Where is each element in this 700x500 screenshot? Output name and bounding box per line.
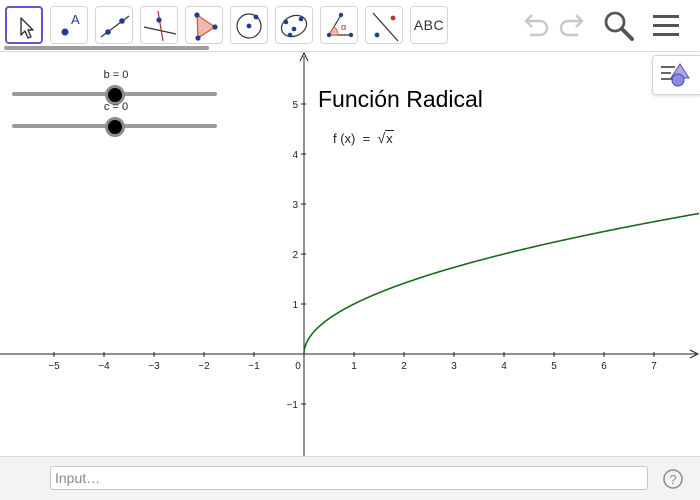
y-tick-label: −1 xyxy=(287,400,299,411)
slider-b-label: b = 0 xyxy=(103,69,129,81)
y-tick-label: 3 xyxy=(292,200,298,211)
undo-icon[interactable] xyxy=(518,8,552,42)
toolbar-scroll-indicator xyxy=(4,46,384,50)
formula-lhs: f (x) xyxy=(333,131,356,146)
perpendicular-tool-button[interactable] xyxy=(140,6,178,44)
graph-title: Función Radical xyxy=(318,86,483,112)
x-tick-label: 7 xyxy=(651,361,657,372)
menu-icon[interactable] xyxy=(648,8,684,44)
x-tick-label: −2 xyxy=(198,361,210,372)
toolbar-scroll-fill xyxy=(4,46,210,50)
graphics-style-icon xyxy=(661,63,690,87)
x-tick-label: 6 xyxy=(601,361,607,372)
line-tool-button[interactable] xyxy=(95,6,133,44)
y-tick-label: 2 xyxy=(292,250,298,261)
polygon-tool-button[interactable] xyxy=(185,6,223,44)
search-icon[interactable] xyxy=(601,8,637,44)
text-tool-label: ABC xyxy=(413,17,445,33)
point-icon: A xyxy=(61,12,80,36)
style-bar-toggle[interactable] xyxy=(652,55,700,95)
formula-equals: = xyxy=(362,131,371,146)
help-icon[interactable]: ? xyxy=(662,468,684,490)
slider-c-knob[interactable] xyxy=(104,117,125,137)
line-through-points-icon xyxy=(100,15,130,38)
reflect-tool-button[interactable] xyxy=(365,6,403,44)
text-tool-button[interactable]: ABC xyxy=(410,6,448,44)
y-tick-label: 1 xyxy=(292,300,298,311)
polygon-icon xyxy=(194,12,218,41)
angle-tool-button[interactable]: α xyxy=(320,6,358,44)
redo-icon[interactable] xyxy=(556,8,590,42)
x-tick-label: 1 xyxy=(351,361,357,372)
x-tick-label: 3 xyxy=(451,361,457,372)
algebra-input-field[interactable] xyxy=(50,466,648,490)
circle-tool-button[interactable] xyxy=(230,6,268,44)
x-tick-label: −5 xyxy=(48,361,60,372)
angle-icon: α xyxy=(326,12,354,38)
sqrt-icon: √ xyxy=(377,130,386,146)
x-tick-label: 2 xyxy=(401,361,407,372)
angle-tool-label: α xyxy=(341,22,346,32)
x-tick-label: −4 xyxy=(98,361,110,372)
formula-radicand: x xyxy=(385,130,394,146)
y-tick-label: 4 xyxy=(292,150,298,161)
x-tick-label: 4 xyxy=(501,361,507,372)
move-tool-button[interactable] xyxy=(5,6,43,44)
point-tool-button[interactable]: A xyxy=(50,6,88,44)
function-curve xyxy=(303,212,700,354)
y-tick-label: 5 xyxy=(292,100,298,111)
perpendicular-line-icon xyxy=(143,10,177,42)
x-tick-label: −1 xyxy=(248,361,260,372)
input-bar: ? xyxy=(0,456,700,500)
move-arrow-icon xyxy=(20,17,34,39)
graphics-view[interactable]: −5 −4 −3 −2 −1 0 1 2 3 4 5 6 7 −1 1 2 3 4 5 b = 0 c = 0 Fu… xyxy=(0,52,700,456)
toolbar: A α ABC xyxy=(0,0,700,52)
circle-center-point-icon xyxy=(236,13,262,39)
function-formula: f (x) = √x xyxy=(333,130,394,146)
svg-text:?: ? xyxy=(669,472,676,487)
reflect-about-line-icon xyxy=(372,12,399,42)
x-tick-label: −3 xyxy=(148,361,160,372)
slider-c-label: c = 0 xyxy=(103,101,129,113)
x-tick-label: 5 xyxy=(551,361,557,372)
point-tool-label: A xyxy=(71,12,80,27)
conic-tool-button[interactable] xyxy=(275,6,313,44)
x-tick-label: 0 xyxy=(295,361,301,372)
conic-through-points-icon xyxy=(280,14,308,38)
